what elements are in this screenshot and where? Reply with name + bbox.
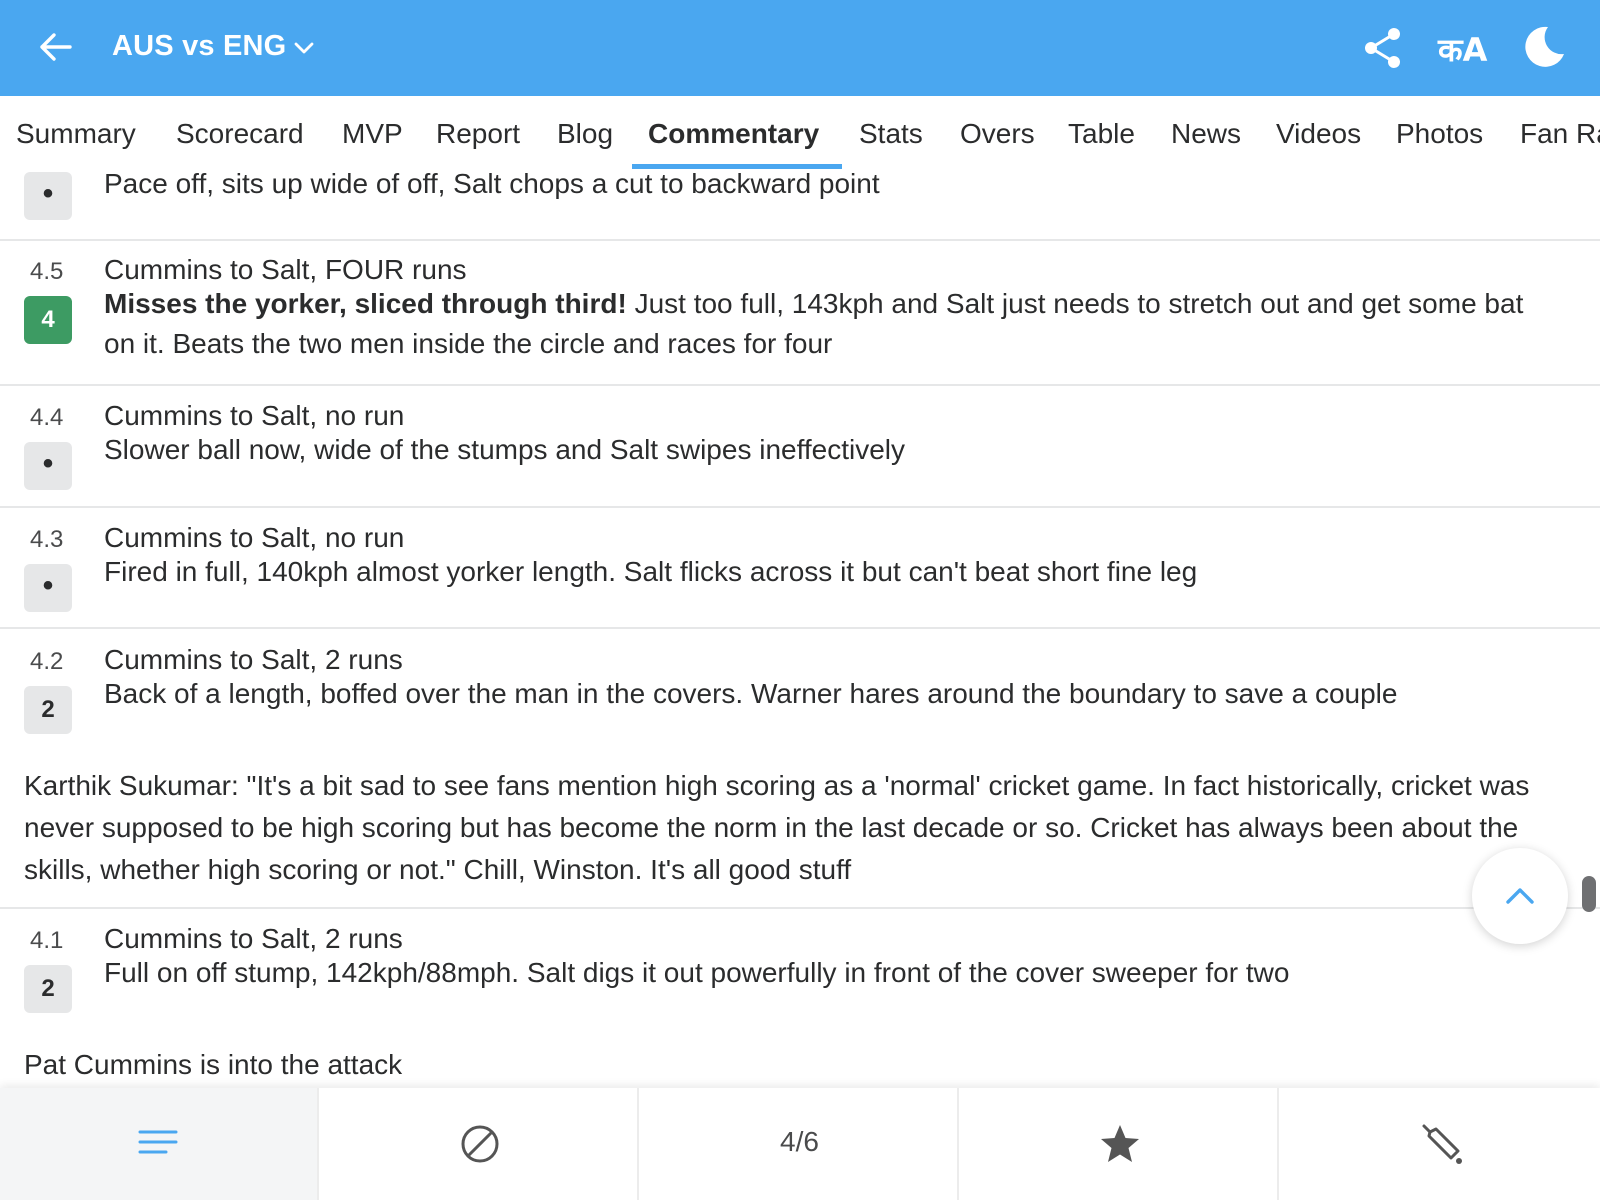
section-tabs: Summary Scorecard MVP Report Blog Commen… (0, 96, 1600, 172)
tab-commentary[interactable]: Commentary (648, 118, 819, 150)
ball-headline: Cummins to Salt, 2 runs (104, 923, 403, 954)
cricket-bat-icon (1422, 1124, 1462, 1164)
tab-fan-ratings[interactable]: Fan Ra (1520, 118, 1600, 150)
ball-description: Slower ball now, wide of the stumps and … (104, 434, 906, 465)
tab-blog[interactable]: Blog (557, 118, 613, 150)
ball-description: Fired in full, 140kph almost yorker leng… (104, 556, 1198, 587)
ball-result-badge: • (24, 172, 72, 220)
ball-headline: Cummins to Salt, 2 runs (104, 644, 403, 675)
tab-photos[interactable]: Photos (1396, 118, 1483, 150)
tab-news[interactable]: News (1171, 118, 1241, 150)
ball-description: Misses the yorker, sliced through third!… (104, 284, 1544, 364)
ball-description-bold: Misses the yorker, sliced through third! (104, 288, 627, 319)
app-header: AUS vs ENG कA (0, 0, 1600, 96)
ball-description: Full on off stump, 142kph/88mph. Salt di… (104, 957, 1290, 988)
dark-mode-moon-icon[interactable] (1520, 24, 1566, 70)
ball-description: Back of a length, boffed over the man in… (104, 678, 1398, 709)
batting-view-button[interactable] (1280, 1088, 1599, 1200)
language-toggle-icon[interactable]: कA (1438, 28, 1487, 71)
tab-summary[interactable]: Summary (16, 118, 136, 150)
ball-result-badge: 2 (24, 965, 72, 1013)
bottom-nav-bar: 4/6 (0, 1088, 1600, 1200)
cricket-ball-icon (461, 1125, 499, 1163)
back-arrow-icon[interactable] (36, 27, 76, 67)
tab-mvp[interactable]: MVP (342, 118, 403, 150)
commentary-note: Karthik Sukumar: "It's a bit sad to see … (24, 770, 1530, 885)
active-tab-indicator (632, 164, 842, 169)
ball-result-badge: • (24, 442, 72, 490)
tab-table[interactable]: Table (1068, 118, 1135, 150)
ball-result-badge: 2 (24, 686, 72, 734)
ball-view-button[interactable] (320, 1088, 639, 1200)
over-number: 4.5 (30, 258, 64, 285)
tab-scorecard[interactable]: Scorecard (176, 118, 304, 150)
commentary-feed[interactable]: • Pace off, sits up wide of off, Salt ch… (0, 172, 1600, 1088)
star-icon (1101, 1125, 1139, 1162)
favourite-button[interactable] (960, 1088, 1279, 1200)
over-number: 4.2 (30, 648, 64, 675)
scroll-to-top-button[interactable] (1472, 848, 1568, 944)
divider (0, 907, 1600, 909)
chevron-down-icon[interactable] (292, 36, 316, 60)
chevron-up-icon (1506, 888, 1534, 904)
ball-headline: Cummins to Salt, no run (104, 522, 405, 553)
scrollbar-thumb[interactable] (1582, 876, 1596, 912)
commentary-note: Pat Cummins is into the attack (24, 1049, 403, 1080)
tab-report[interactable]: Report (436, 118, 520, 150)
divider (0, 384, 1600, 386)
tab-overs[interactable]: Overs (960, 118, 1035, 150)
ball-headline: Cummins to Salt, FOUR runs (104, 254, 467, 285)
tab-videos[interactable]: Videos (1276, 118, 1361, 150)
ball-headline: Cummins to Salt, no run (104, 400, 405, 431)
over-number: 4.1 (30, 927, 64, 954)
ball-result-badge: 4 (24, 296, 72, 344)
tab-stats[interactable]: Stats (859, 118, 923, 150)
over-progress-button[interactable]: 4/6 (640, 1088, 959, 1200)
divider (0, 506, 1600, 508)
divider (0, 239, 1600, 241)
ball-description: Pace off, sits up wide of off, Salt chop… (104, 172, 880, 199)
over-ball-count: 4/6 (780, 1126, 819, 1157)
ball-result-badge: • (24, 564, 72, 612)
divider (0, 627, 1600, 629)
over-number: 4.3 (30, 526, 64, 553)
menu-lines-icon (138, 1130, 178, 1154)
commentary-menu-button[interactable] (0, 1088, 319, 1200)
match-title[interactable]: AUS vs ENG (112, 30, 286, 63)
over-number: 4.4 (30, 404, 64, 431)
share-icon[interactable] (1362, 26, 1404, 70)
